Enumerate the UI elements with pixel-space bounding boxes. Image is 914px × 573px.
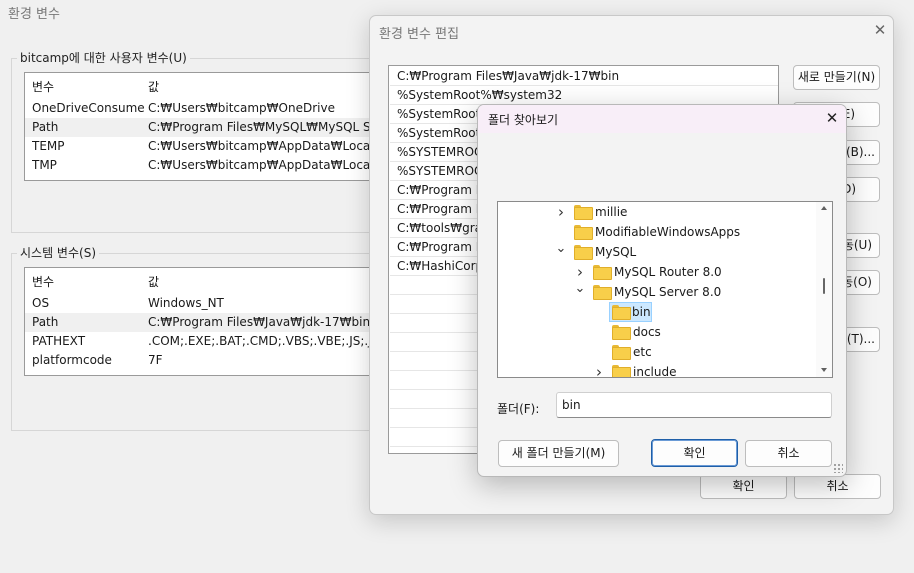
tree-scrollbar[interactable] — [816, 202, 832, 377]
folder-name-input[interactable]: bin — [556, 392, 832, 418]
column-header-value[interactable]: 값 — [148, 76, 159, 98]
tree-item-modifiablewindowsapps[interactable]: ModifiableWindowsApps — [498, 222, 818, 242]
scroll-down-arrow-icon[interactable] — [821, 368, 827, 372]
close-icon[interactable]: ✕ — [822, 109, 842, 129]
browse-ok-button[interactable]: 확인 — [651, 439, 738, 467]
table-row[interactable]: TMP C:₩Users₩bitcamp₩AppData₩Local₩Ten — [25, 156, 383, 175]
main-window-title: 환경 변수 — [8, 7, 60, 22]
system-variables-label: 시스템 변수(S) — [17, 244, 99, 261]
user-variables-label: bitcamp에 대한 사용자 변수(U) — [17, 49, 190, 66]
table-row[interactable]: platformcode 7F — [25, 351, 383, 370]
chevron-down-icon[interactable]: ⌄ — [555, 242, 567, 262]
folder-icon — [574, 225, 593, 240]
folder-icon — [574, 205, 593, 220]
tree-item-include[interactable]: › include — [498, 362, 818, 377]
tree-item-mysql-server[interactable]: ⌄ MySQL Server 8.0 — [498, 282, 818, 302]
folder-icon — [612, 365, 631, 377]
folder-icon — [612, 305, 631, 320]
edit-dialog-title: 환경 변수 편집 — [379, 27, 460, 42]
list-item[interactable]: %SystemRoot%₩system32 — [390, 86, 778, 105]
folder-icon — [612, 325, 631, 340]
table-row[interactable]: Path C:₩Program Files₩MySQL₩MySQL Shell — [25, 118, 383, 137]
edit-dialog-ok-button[interactable]: 확인 — [700, 474, 787, 499]
scroll-up-arrow-icon[interactable] — [821, 206, 827, 210]
close-icon[interactable]: ✕ — [870, 21, 890, 41]
column-header-variable[interactable]: 변수 — [32, 271, 54, 293]
column-header-variable[interactable]: 변수 — [32, 76, 54, 98]
tree-item-mysql-router[interactable]: › MySQL Router 8.0 — [498, 262, 818, 282]
folder-icon — [593, 265, 612, 280]
tree-item-bin[interactable]: bin — [609, 302, 652, 322]
browse-dialog-title: 폴더 찾아보기 — [488, 113, 559, 127]
resize-grip-icon[interactable] — [833, 463, 843, 473]
folder-field-label: 폴더(F): — [497, 402, 540, 416]
column-header-value[interactable]: 값 — [148, 271, 159, 293]
chevron-right-icon[interactable]: › — [593, 362, 605, 377]
chevron-right-icon[interactable]: › — [574, 262, 586, 282]
table-row[interactable]: TEMP C:₩Users₩bitcamp₩AppData₩Local₩Ten — [25, 137, 383, 156]
chevron-right-icon[interactable]: › — [555, 202, 567, 222]
folder-tree[interactable]: › millie ModifiableWindowsApps ⌄ MySQL ›… — [497, 201, 833, 378]
edit-dialog-cancel-button[interactable]: 취소 — [794, 474, 881, 499]
list-item[interactable]: C:₩Program Files₩Java₩jdk-17₩bin — [390, 67, 778, 86]
folder-icon — [593, 285, 612, 300]
table-row[interactable]: OS Windows_NT — [25, 294, 383, 313]
tree-item-millie[interactable]: › millie — [498, 202, 818, 222]
table-row[interactable]: Path C:₩Program Files₩Java₩jdk-17₩bin;C:… — [25, 313, 383, 332]
system-variables-list[interactable]: 변수 값 OS Windows_NT Path C:₩Program Files… — [24, 267, 384, 376]
new-entry-button[interactable]: 새로 만들기(N) — [793, 65, 880, 90]
folder-icon — [612, 345, 631, 360]
browse-cancel-button[interactable]: 취소 — [745, 440, 832, 467]
tree-item-docs[interactable]: docs — [498, 322, 818, 342]
user-variables-list[interactable]: 변수 값 OneDriveConsumer C:₩Users₩bitcamp₩O… — [24, 72, 384, 181]
chevron-down-icon[interactable]: ⌄ — [574, 282, 586, 302]
scrollbar-thumb[interactable] — [823, 278, 825, 294]
browse-folder-dialog: 폴더 찾아보기 ✕ › millie ModifiableWindowsApps… — [477, 104, 847, 477]
table-row[interactable]: OneDriveConsumer C:₩Users₩bitcamp₩OneDri… — [25, 99, 383, 118]
new-folder-button[interactable]: 새 폴더 만들기(M) — [498, 440, 619, 467]
tree-item-mysql[interactable]: ⌄ MySQL — [498, 242, 818, 262]
folder-icon — [574, 245, 593, 260]
table-row[interactable]: PATHEXT .COM;.EXE;.BAT;.CMD;.VBS;.VBE;.J… — [25, 332, 383, 351]
tree-item-etc[interactable]: etc — [498, 342, 818, 362]
